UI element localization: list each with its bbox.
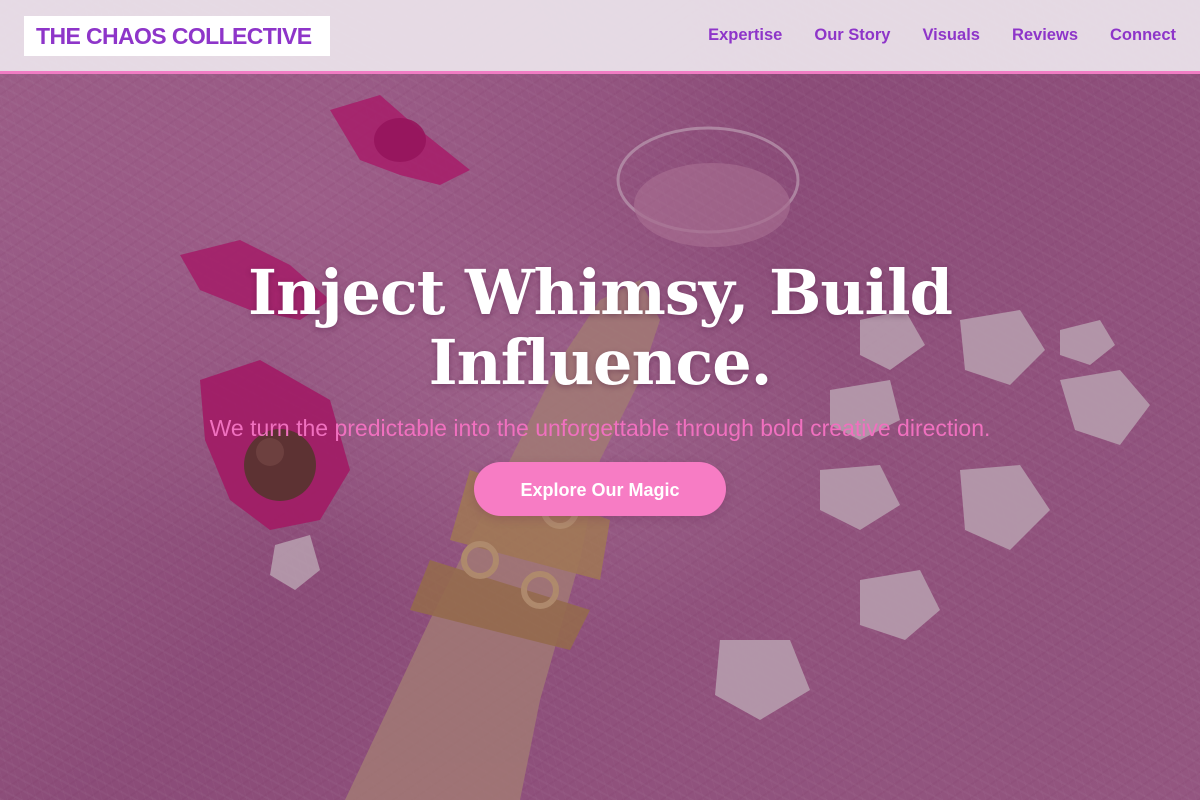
main-nav: Expertise Our Story Visuals Reviews Conn… [708,0,1176,71]
hero-title: Inject Whimsy, Build Influence. [248,256,953,399]
explore-magic-button[interactable]: Explore Our Magic [474,462,726,516]
site-header: THE CHAOS COLLECTIVE Expertise Our Story… [0,0,1200,74]
logo[interactable]: THE CHAOS COLLECTIVE [24,16,330,56]
hero-subtitle: We turn the predictable into the unforge… [209,415,991,441]
nav-link-connect[interactable]: Connect [1110,26,1176,45]
hero-section: Inject Whimsy, Build Influence. We turn … [0,258,1200,516]
nav-link-visuals[interactable]: Visuals [922,26,979,45]
landing-page: THE CHAOS COLLECTIVE Expertise Our Story… [0,0,1200,800]
nav-link-expertise[interactable]: Expertise [708,26,782,45]
nav-link-our-story[interactable]: Our Story [814,26,890,45]
nav-link-reviews[interactable]: Reviews [1012,26,1078,45]
